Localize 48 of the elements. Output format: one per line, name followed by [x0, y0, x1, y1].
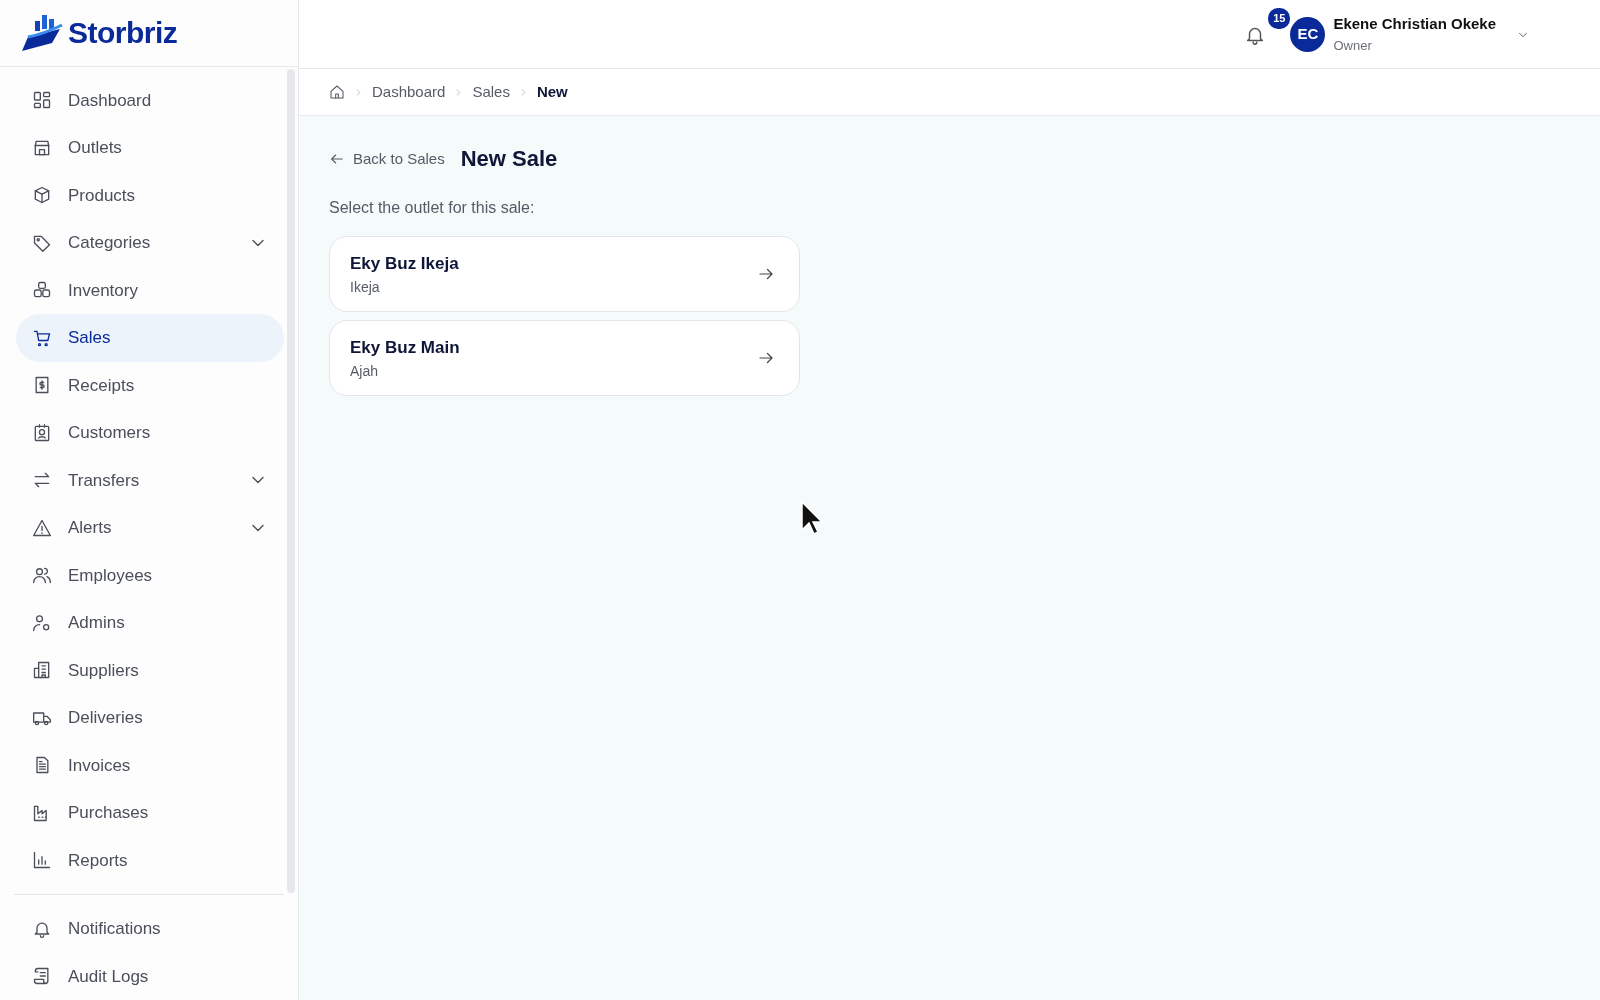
sidebar-item[interactable]: Products	[16, 171, 284, 219]
outlet-location: Ikeja	[350, 277, 381, 297]
sidebar-item[interactable]: Transfers	[16, 456, 284, 504]
logo-icon	[20, 12, 64, 53]
sidebar-item[interactable]: Receipts	[16, 361, 284, 409]
outlet-location: Ajah	[350, 361, 380, 381]
brand-name: Storbriz	[68, 15, 178, 52]
sidebar-item[interactable]: Alerts	[16, 504, 284, 552]
grid-icon	[32, 90, 52, 111]
scroll-icon	[32, 966, 52, 987]
breadcrumb-current: New	[536, 81, 568, 102]
bar-chart-icon	[32, 850, 52, 871]
breadcrumb-link[interactable]: Dashboard	[372, 80, 446, 104]
sidebar-item[interactable]: Notifications	[16, 905, 284, 953]
building-icon	[32, 660, 52, 681]
sidebar-item[interactable]: Reports	[16, 836, 284, 884]
sidebar-item[interactable]: Outlets	[16, 124, 284, 172]
outlet-card[interactable]: Eky Buz Main Ajah	[329, 320, 800, 397]
user-gear-icon	[32, 612, 52, 633]
outlet-name: Eky Buz Ikeja	[350, 253, 459, 276]
back-link[interactable]: Back to Sales	[329, 147, 445, 171]
notification-count: 15	[1268, 8, 1291, 29]
page-title: New Sale	[460, 146, 558, 173]
sidebar-item[interactable]: Employees	[16, 551, 284, 599]
mouse-pointer-icon	[800, 500, 824, 536]
outlet-card[interactable]: Eky Buz Ikeja Ikeja	[329, 236, 800, 313]
sidebar-item[interactable]: Customers	[16, 409, 284, 457]
home-icon[interactable]	[329, 84, 345, 100]
user-role: Owner	[1333, 36, 1373, 55]
sidebar-item[interactable]: Suppliers	[16, 646, 284, 694]
sidebar-item[interactable]: Admins	[16, 599, 284, 647]
sidebar-item[interactable]: Audit Logs	[16, 952, 284, 1000]
sidebar-item[interactable]: Purchases	[16, 789, 284, 837]
sidebar-item[interactable]: Categories	[16, 219, 284, 267]
box-icon	[32, 185, 52, 206]
sidebar-item[interactable]: Sales	[16, 314, 284, 362]
instruction-text: Select the outlet for this sale:	[329, 198, 536, 219]
sidebar-item[interactable]: Dashboard	[16, 76, 284, 124]
sidebar-item[interactable]: Deliveries	[16, 694, 284, 742]
contact-card-icon	[32, 422, 52, 443]
warning-icon	[32, 517, 52, 538]
sidebar-item[interactable]: Invoices	[16, 741, 284, 789]
users-icon	[32, 565, 52, 586]
sidebar-item[interactable]: Inventory	[16, 266, 284, 314]
breadcrumb-link[interactable]: Sales	[472, 80, 510, 104]
avatar[interactable]: EC	[1290, 16, 1326, 52]
outlet-name: Eky Buz Main	[350, 337, 460, 360]
user-name: Ekene Christian Okeke	[1333, 14, 1496, 34]
